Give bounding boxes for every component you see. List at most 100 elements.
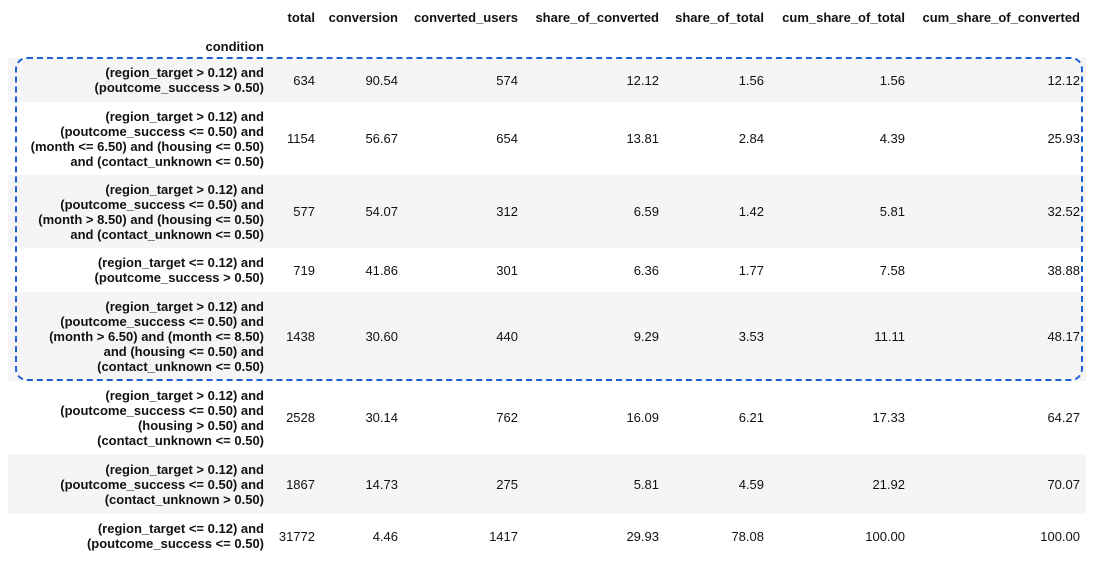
index-header-row: condition (8, 34, 1086, 58)
cell-total: 1438 (286, 329, 315, 344)
condition-line: (contact_unknown <= 0.50) (97, 432, 264, 448)
cell-conversion: 41.86 (365, 262, 398, 278)
cell-share-of-converted: 9.29 (633, 329, 659, 344)
cell-conversion: 56.67 (365, 131, 398, 146)
condition-line: (region_target > 0.12) and (105, 181, 264, 197)
cell-conversion: 4.46 (372, 528, 398, 544)
header-converted-users: converted_users (413, 9, 518, 25)
row-condition: (region_target > 0.12) and (poutcome_succ… (8, 102, 270, 175)
condition-line: (region_target <= 0.12) and (97, 521, 264, 536)
cell-conversion: 90.54 (365, 72, 398, 88)
cell-total: 2528 (286, 410, 315, 425)
cell-cum-share-of-converted: 12.12 (1047, 72, 1080, 88)
row-condition: (region_target <= 0.12) and (poutcome_suc… (8, 248, 270, 292)
cell-cum-share-of-converted: 70.07 (1047, 476, 1080, 492)
cell-conversion: 30.14 (365, 410, 398, 425)
cell-cum-share-of-total: 17.33 (872, 410, 905, 425)
cell-share-of-total: 78.08 (731, 528, 764, 544)
table-row: (region_target <= 0.12) and (poutcome_suc… (8, 248, 1086, 292)
row-condition: (region_target > 0.12) and (poutcome_succ… (8, 58, 270, 102)
header-cum-share-of-total: cum_share_of_total (782, 9, 905, 25)
cell-cum-share-of-converted: 64.27 (1047, 410, 1080, 425)
condition-line: (poutcome_success > 0.50) (94, 80, 264, 95)
cell-cum-share-of-total: 1.56 (879, 72, 905, 88)
cell-total: 31772 (278, 528, 315, 544)
header-share-of-total: share_of_total (675, 9, 764, 25)
cell-converted-users: 762 (496, 410, 518, 425)
condition-line: and (housing <= 0.50) and (103, 344, 264, 359)
index-name: condition (205, 38, 265, 54)
cell-converted-users: 301 (496, 262, 518, 278)
table-row: (region_target > 0.12) and (poutcome_succ… (8, 381, 1086, 454)
cell-share-of-total: 1.42 (738, 204, 764, 219)
cell-cum-share-of-converted: 32.52 (1047, 204, 1080, 219)
condition-line: (region_target > 0.12) and (105, 108, 264, 124)
table-row: (region_target > 0.12) and (poutcome_succ… (8, 454, 1086, 514)
cell-total: 634 (293, 72, 315, 88)
cell-cum-share-of-total: 11.11 (874, 329, 905, 344)
condition-line: and (contact_unknown <= 0.50) (70, 226, 264, 242)
condition-line: and (contact_unknown <= 0.50) (70, 153, 264, 169)
header-conversion: conversion (328, 9, 398, 25)
column-header-row: total conversion converted_users share_o… (8, 0, 1086, 34)
condition-line: (month > 8.50) and (housing <= 0.50) (38, 211, 264, 227)
row-condition: (region_target > 0.12) and (poutcome_succ… (8, 175, 270, 248)
condition-line: (poutcome_success <= 0.50) and (60, 476, 264, 492)
cell-converted-users: 312 (496, 204, 518, 219)
header-blank (8, 0, 270, 34)
cell-share-of-total: 4.59 (738, 476, 764, 492)
cell-share-of-total: 6.21 (738, 410, 764, 425)
cell-share-of-converted: 12.12 (626, 72, 659, 88)
cell-share-of-total: 3.53 (738, 329, 764, 344)
row-condition: (region_target > 0.12) and (poutcome_succ… (8, 381, 270, 454)
condition-line: (poutcome_success <= 0.50) and (60, 123, 264, 139)
condition-line: (region_target <= 0.12) and (97, 255, 264, 270)
condition-line: (contact_unknown <= 0.50) (97, 359, 264, 374)
cell-converted-users: 440 (496, 329, 518, 344)
cell-total: 577 (293, 204, 315, 219)
cell-cum-share-of-total: 7.58 (879, 262, 905, 278)
cell-cum-share-of-total: 4.39 (879, 131, 905, 146)
cell-cum-share-of-converted: 38.88 (1047, 262, 1080, 278)
table-body: (region_target > 0.12) and (poutcome_succ… (8, 58, 1086, 558)
cell-share-of-total: 1.56 (738, 72, 764, 88)
cell-cum-share-of-converted: 25.93 (1047, 131, 1080, 146)
condition-line: (poutcome_success > 0.50) (94, 270, 264, 285)
header-share-of-converted: share_of_converted (535, 9, 659, 25)
table-row: (region_target > 0.12) and (poutcome_succ… (8, 58, 1086, 102)
row-condition: (region_target > 0.12) and (poutcome_succ… (8, 292, 270, 381)
cell-share-of-converted: 13.81 (626, 131, 659, 146)
row-condition: (region_target <= 0.12) and (poutcome_suc… (8, 514, 270, 558)
cell-total: 1867 (286, 476, 315, 492)
cell-share-of-converted: 29.93 (626, 528, 659, 544)
condition-line: (poutcome_success <= 0.50) (86, 536, 264, 551)
cell-share-of-total: 1.77 (738, 262, 764, 278)
dataframe-table: total conversion converted_users share_o… (8, 0, 1086, 558)
cell-total: 1154 (287, 131, 315, 146)
cell-share-of-converted: 16.09 (626, 410, 659, 425)
cell-share-of-total: 2.84 (738, 131, 764, 146)
cell-cum-share-of-total: 100.00 (865, 528, 905, 544)
table-row: (region_target > 0.12) and (poutcome_succ… (8, 102, 1086, 175)
cell-cum-share-of-converted: 100.00 (1040, 528, 1080, 544)
condition-line: (month <= 6.50) and (housing <= 0.50) (30, 138, 264, 154)
condition-line: (region_target > 0.12) and (105, 387, 264, 403)
cell-cum-share-of-total: 5.81 (879, 204, 905, 219)
cell-conversion: 30.60 (365, 329, 398, 344)
condition-line: (month > 6.50) and (month <= 8.50) (49, 329, 264, 344)
cell-conversion: 54.07 (365, 204, 398, 219)
cell-converted-users: 574 (496, 72, 518, 88)
condition-line: (region_target > 0.12) and (105, 461, 264, 477)
condition-line: (poutcome_success <= 0.50) and (60, 402, 264, 418)
table-row: (region_target > 0.12) and (poutcome_succ… (8, 175, 1086, 248)
cell-share-of-converted: 6.59 (633, 204, 659, 219)
condition-line: (poutcome_success <= 0.50) and (60, 314, 264, 329)
header-total: total (287, 9, 315, 25)
table-row: (region_target > 0.12) and (poutcome_succ… (8, 292, 1086, 381)
cell-converted-users: 275 (496, 476, 518, 492)
cell-converted-users: 1417 (489, 528, 518, 544)
cell-converted-users: 654 (496, 131, 518, 146)
cell-share-of-converted: 6.36 (633, 262, 659, 278)
cell-cum-share-of-converted: 48.17 (1047, 329, 1080, 344)
condition-line: (region_target > 0.12) and (105, 65, 264, 80)
